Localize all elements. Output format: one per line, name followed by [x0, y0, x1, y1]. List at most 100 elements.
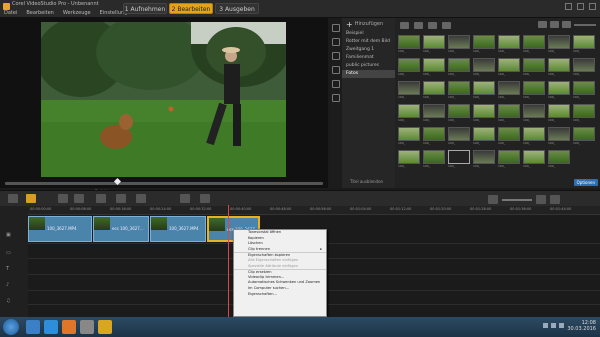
media-thumbnail[interactable]: 100_: [523, 35, 545, 54]
filter-category-icon[interactable]: [332, 94, 340, 102]
timeline-view-icon[interactable]: [26, 194, 36, 203]
menu-file[interactable]: Datei: [4, 10, 17, 16]
media-thumbnail[interactable]: 100_: [423, 104, 445, 123]
minimize-icon[interactable]: [565, 3, 572, 10]
media-thumbnail[interactable]: 100_: [573, 35, 595, 54]
videostudio-taskbar-icon[interactable]: [98, 320, 112, 334]
volume-tray-icon[interactable]: [551, 323, 556, 328]
media-thumbnail[interactable]: 100_: [398, 81, 420, 100]
media-category-icon[interactable]: [332, 24, 340, 32]
media-thumbnail[interactable]: 100_: [523, 81, 545, 100]
media-thumbnail[interactable]: 100_: [398, 127, 420, 146]
playhead[interactable]: [228, 205, 229, 317]
media-thumbnail[interactable]: 100_: [398, 150, 420, 169]
media-thumbnail[interactable]: 100_: [448, 58, 470, 77]
zoom-in-icon[interactable]: [536, 195, 546, 204]
video-preview[interactable]: [41, 22, 286, 177]
fit-project-icon[interactable]: [550, 195, 560, 204]
menu-edit[interactable]: Bearbeiten: [26, 10, 53, 16]
media-thumbnail[interactable]: 100_: [498, 104, 520, 123]
timeline-clip[interactable]: 100_3627.MP4: [150, 216, 206, 242]
track-icon[interactable]: ♪: [6, 282, 9, 288]
step-share-tab[interactable]: 3 Ausgeben: [215, 3, 259, 14]
media-thumbnail[interactable]: 100_: [498, 127, 520, 146]
media-thumbnail[interactable]: 100_: [473, 58, 495, 77]
media-thumbnail[interactable]: 100_: [398, 35, 420, 54]
media-thumbnail[interactable]: 100_: [548, 58, 570, 77]
step-capture-tab[interactable]: 1 Aufnehmen: [123, 3, 167, 14]
media-taskbar-icon[interactable]: [80, 320, 94, 334]
media-thumbnail[interactable]: 100_: [473, 104, 495, 123]
media-thumbnail[interactable]: 100_: [473, 81, 495, 100]
media-thumbnail[interactable]: 100_: [423, 58, 445, 77]
track-icon[interactable]: ♫: [6, 298, 10, 304]
list-view-icon[interactable]: [538, 21, 547, 28]
timeline-clip[interactable]: ecs 100_3627...: [93, 216, 149, 242]
clock[interactable]: 12:08 30.03.2016: [567, 320, 596, 332]
media-thumbnail[interactable]: 100_: [523, 127, 545, 146]
show-audio-icon[interactable]: [442, 21, 451, 29]
transition-category-icon[interactable]: [332, 52, 340, 60]
maximize-icon[interactable]: [577, 3, 584, 10]
media-thumbnail[interactable]: 100_: [423, 127, 445, 146]
track-icon[interactable]: T: [6, 266, 9, 272]
media-thumbnail[interactable]: 100_: [423, 150, 445, 169]
scrub-bar[interactable]: [5, 177, 323, 186]
media-thumbnail[interactable]: 100_: [423, 35, 445, 54]
step-edit-tab[interactable]: 2 Bearbeiten: [169, 3, 213, 14]
media-thumbnail[interactable]: 100_: [448, 35, 470, 54]
graphics-category-icon[interactable]: [332, 80, 340, 88]
media-thumbnail[interactable]: 100_: [398, 58, 420, 77]
menu-tools[interactable]: Werkzeuge: [63, 10, 91, 16]
library-folder-item[interactable]: Rotter mit dem Bild: [342, 38, 395, 46]
timeline-ruler[interactable]: 00:00:00:00 00:00:08:00 00:00:16:00 00:00:2…: [28, 206, 600, 215]
flag-icon[interactable]: [559, 323, 564, 328]
zoom-slider[interactable]: [502, 198, 532, 201]
sound-mixer-icon[interactable]: [116, 194, 126, 203]
media-thumbnail[interactable]: 100_: [523, 150, 545, 169]
ie-taskbar-icon[interactable]: [44, 320, 58, 334]
library-folder-item[interactable]: Zweitgang 1: [342, 46, 395, 54]
media-thumbnail[interactable]: 100_: [448, 104, 470, 123]
media-thumbnail[interactable]: 100_: [548, 35, 570, 54]
media-thumbnail[interactable]: 100_: [548, 127, 570, 146]
timeline-clip[interactable]: 100_3627.MP4: [28, 216, 92, 242]
thumbnail-view-icon[interactable]: [550, 21, 559, 28]
library-folder-item[interactable]: Fotos: [342, 70, 395, 78]
media-thumbnail[interactable]: 100_: [523, 104, 545, 123]
motion-track-icon[interactable]: [180, 194, 190, 203]
title-category-icon[interactable]: [332, 66, 340, 74]
media-thumbnail[interactable]: 100_: [398, 104, 420, 123]
show-videos-icon[interactable]: [414, 21, 423, 29]
explorer-taskbar-icon[interactable]: [26, 320, 40, 334]
media-thumbnail[interactable]: 100_: [548, 150, 570, 169]
media-thumbnail[interactable]: 100_: [448, 127, 470, 146]
media-thumbnail[interactable]: 100_: [573, 81, 595, 100]
media-thumbnail[interactable]: 100_: [573, 104, 595, 123]
media-thumbnail[interactable]: 100_: [573, 127, 595, 146]
media-thumbnail[interactable]: 100_: [523, 58, 545, 77]
context-menu-item[interactable]: Eigenschaften...: [234, 292, 326, 298]
instant-project-icon[interactable]: [332, 38, 340, 46]
add-folder-button[interactable]: + Hinzufügen: [342, 18, 395, 30]
media-thumbnail[interactable]: 100_: [473, 35, 495, 54]
media-thumbnail[interactable]: 100_: [498, 150, 520, 169]
network-icon[interactable]: [543, 323, 548, 328]
track-icon[interactable]: ▭: [6, 250, 11, 256]
media-thumbnail[interactable]: 100_: [573, 58, 595, 77]
record-capture-icon[interactable]: [96, 194, 106, 203]
media-thumbnail[interactable]: 100_: [498, 58, 520, 77]
library-folder-item[interactable]: Beispiel: [342, 30, 395, 38]
media-thumbnail[interactable]: 100_: [448, 150, 470, 169]
media-thumbnail[interactable]: 100_: [548, 104, 570, 123]
media-thumbnail[interactable]: 100_: [498, 81, 520, 100]
media-thumbnail[interactable]: 100_: [423, 81, 445, 100]
scrub-handle[interactable]: [113, 177, 122, 186]
thumbnail-size-slider[interactable]: [574, 23, 596, 26]
options-button[interactable]: Optionen: [573, 179, 598, 186]
redo-icon[interactable]: [74, 194, 84, 203]
media-thumbnail[interactable]: 100_: [448, 81, 470, 100]
media-thumbnail[interactable]: 100_: [548, 81, 570, 100]
show-photos-icon[interactable]: [428, 21, 437, 29]
media-thumbnail[interactable]: 100_: [473, 127, 495, 146]
